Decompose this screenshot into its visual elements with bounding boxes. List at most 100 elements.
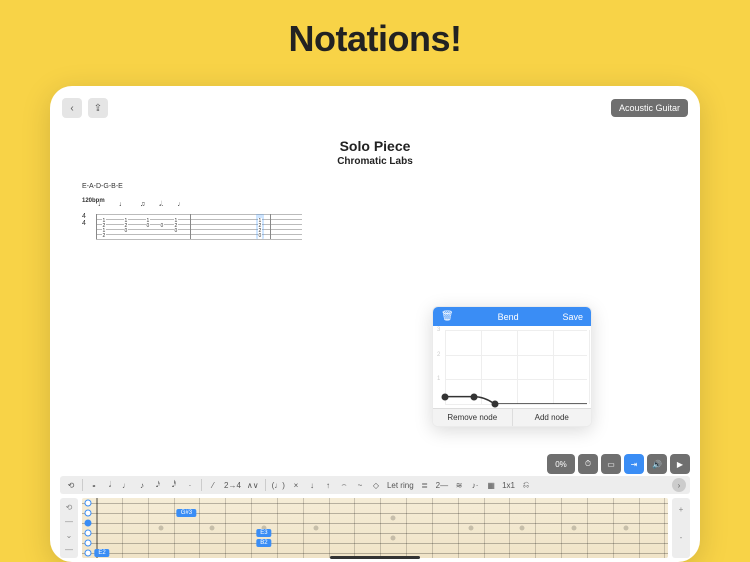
fretboard-side-item[interactable]: ⌄ <box>60 531 78 540</box>
bend-node[interactable] <box>492 401 499 408</box>
toolbar-item[interactable]: 𝅘𝅥𝅰 <box>169 480 179 490</box>
fret-line <box>587 498 588 558</box>
fretboard[interactable]: G#3 E3 B2 E2 <box>82 498 668 558</box>
fretboard-note[interactable]: E3 <box>256 529 271 537</box>
fretboard-note[interactable]: G#3 <box>177 509 196 517</box>
piece-subtitle: Chromatic Labs <box>130 156 620 167</box>
string-line <box>82 533 668 534</box>
fret-line <box>329 498 330 558</box>
open-string-indicator[interactable] <box>85 540 92 547</box>
fret-line <box>535 498 536 558</box>
notation-toolbar: ⟲ 𝅝 𝅗𝅥 ♩ ♪ 𝅘𝅥𝅯 𝅘𝅥𝅰 · ⁄ 2→4 ∧∨ (♩) × ↓ ↑ ⌢ ~ ◇ Let ring ≣ 2— ≋… <box>60 476 690 494</box>
toolbar-item[interactable]: Let ring <box>387 481 414 490</box>
toolbar-separator <box>265 479 266 491</box>
piece-title: Solo Piece <box>130 138 620 154</box>
bend-curve-editor[interactable]: 3 2 1 <box>433 326 591 408</box>
open-string-indicator[interactable] <box>85 500 92 507</box>
clock-icon: ⏱ <box>585 459 591 469</box>
bend-node[interactable] <box>470 393 477 400</box>
timer-button[interactable]: ⏱ <box>578 454 598 474</box>
fret-marker <box>520 526 525 531</box>
share-icon: ⇪ <box>94 103 102 114</box>
volume-button[interactable]: 🔊 <box>647 454 667 474</box>
metronome-button[interactable]: ▭ <box>601 454 621 474</box>
toolbar-item[interactable]: ▦ <box>486 481 496 490</box>
toolbar-item[interactable]: ~ <box>355 481 365 490</box>
open-string-indicator[interactable] <box>85 520 92 527</box>
bend-node[interactable] <box>442 393 449 400</box>
toolbar-item[interactable]: ♩ <box>121 481 131 490</box>
open-string-indicator[interactable] <box>85 550 92 557</box>
chevron-right-icon: › <box>678 481 681 490</box>
instrument-select-button[interactable]: Acoustic Guitar <box>611 99 688 117</box>
open-string-indicator[interactable] <box>85 510 92 517</box>
top-left-buttons: ‹ ⇪ <box>62 98 108 118</box>
toolbar-item[interactable]: (♩) <box>272 481 285 490</box>
toolbar-item[interactable]: ⌢ <box>339 480 349 490</box>
toolbar-item[interactable]: × <box>291 481 301 490</box>
share-button[interactable]: ⇪ <box>88 98 108 118</box>
time-sig-bottom: 4 <box>82 220 86 227</box>
toolbar-item[interactable]: ⎌ <box>521 480 531 490</box>
add-node-button[interactable]: Add node <box>513 409 592 426</box>
toolbar-item[interactable]: 1x1 <box>502 481 515 490</box>
toolbar-item[interactable]: ⟲ <box>66 481 76 490</box>
top-bar: ‹ ⇪ Acoustic Guitar <box>62 98 688 118</box>
bend-curve <box>445 330 587 404</box>
bend-header: 🗑 Bend Save <box>433 307 591 326</box>
zoom-button[interactable]: 0% <box>547 454 575 474</box>
toolbar-item[interactable]: ↓ <box>307 481 317 490</box>
fretboard-side-item[interactable]: - <box>672 533 690 542</box>
play-button[interactable]: ▶ <box>670 454 690 474</box>
string-line <box>82 553 668 554</box>
toolbar-scroll-right[interactable]: › <box>672 478 686 492</box>
toolbar-item[interactable]: 2→4 <box>224 481 241 490</box>
toolbar-item[interactable]: ≣ <box>420 481 430 490</box>
toolbar-item[interactable]: · <box>185 481 195 490</box>
fret-line <box>251 498 252 558</box>
fret-line <box>277 498 278 558</box>
toolbar-item[interactable]: ♪ <box>137 481 147 490</box>
fretboard-side-item[interactable]: — <box>60 517 78 526</box>
bend-buttons: Remove node Add node <box>433 408 591 426</box>
fret-marker <box>313 526 318 531</box>
toolbar-item[interactable]: ⁄ <box>208 481 218 490</box>
promo-title: Notations! <box>0 0 750 60</box>
tab-staff[interactable]: 4 4 ♩♩♫𝅗𝅥.♩ 1 2 1 <box>82 206 302 246</box>
time-signature: 4 4 <box>82 213 86 227</box>
time-sig-top: 4 <box>82 213 86 220</box>
fret-line <box>148 498 149 558</box>
toolbar-item[interactable]: ∧∨ <box>247 481 259 490</box>
bend-ytick-3: 3 <box>437 327 440 333</box>
play-icon: ▶ <box>677 460 683 469</box>
back-button[interactable]: ‹ <box>62 98 82 118</box>
bend-save-button[interactable]: Save <box>562 312 583 322</box>
toolbar-item[interactable]: 2— <box>436 481 448 490</box>
tuning-label: E-A-D-G-B-E <box>82 183 620 190</box>
fret-line <box>432 498 433 558</box>
toolbar-item[interactable]: ♪· <box>470 481 480 490</box>
fretboard-side-item[interactable]: ⟲ <box>60 503 78 512</box>
toolbar-item[interactable]: 𝅗𝅥 <box>105 480 115 490</box>
trash-icon[interactable]: 🗑 <box>441 311 454 322</box>
open-string-indicator[interactable] <box>85 530 92 537</box>
fret-line <box>122 498 123 558</box>
fretboard-note[interactable]: E2 <box>94 549 109 557</box>
fretboard-side-item[interactable]: + <box>672 505 690 514</box>
toolbar-item[interactable]: 𝅘𝅥𝅯 <box>153 480 163 490</box>
metronome-icon: ▭ <box>607 460 615 469</box>
toolbar-item[interactable]: ◇ <box>371 481 381 490</box>
loop-mode-button[interactable]: ⇥ <box>624 454 644 474</box>
fretboard-note[interactable]: B2 <box>256 539 271 547</box>
bend-ytick-2: 2 <box>437 352 440 358</box>
toolbar-item[interactable]: 𝅝 <box>89 480 99 490</box>
toolbar-item[interactable]: ↑ <box>323 481 333 490</box>
remove-node-button[interactable]: Remove node <box>433 409 513 426</box>
app-window: ‹ ⇪ Acoustic Guitar Solo Piece Chromatic… <box>50 86 700 562</box>
fret-marker <box>623 526 628 531</box>
fret-line <box>406 498 407 558</box>
fret-line <box>639 498 640 558</box>
fretboard-side-item[interactable]: — <box>60 545 78 554</box>
toolbar-item[interactable]: ≋ <box>454 481 464 490</box>
fret-line <box>380 498 381 558</box>
